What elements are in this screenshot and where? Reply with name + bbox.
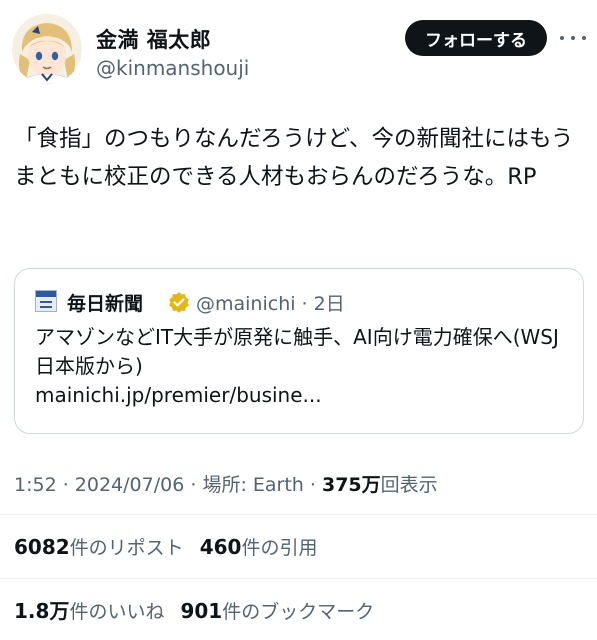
quotes-label: 件の引用 <box>241 537 318 559</box>
meta-separator: · <box>190 474 203 496</box>
likes-label: 件のいいね <box>69 601 165 623</box>
avatar-illustration <box>12 14 82 84</box>
tweet-timestamp[interactable]: 1:52 · 2024/07/06 <box>14 474 184 496</box>
meta-separator: · <box>309 474 322 496</box>
follow-button[interactable]: フォローする <box>405 20 547 56</box>
bookmarks-stat[interactable]: 901件のブックマーク <box>180 599 375 623</box>
tweet-meta: 1:52 · 2024/07/06 · 場所: Earth · 375万回表示 <box>14 470 438 497</box>
author-avatar[interactable] <box>12 14 82 84</box>
likes-stat[interactable]: 1.8万件のいいね <box>14 599 165 623</box>
quoted-text-body: アマゾンなどIT大手が原発に触手、AI向け電力確保へ(WSJ日本版から) <box>35 325 559 378</box>
tweet-header: 金満 福太郎 @kinmanshouji フォローする <box>0 0 597 100</box>
views-count: 375万 <box>321 474 381 496</box>
quoted-tweet-text: アマゾンなどIT大手が原発に触手、AI向け電力確保へ(WSJ日本版から) mai… <box>35 323 570 410</box>
more-options-icon[interactable] <box>560 26 586 50</box>
quotes-count: 460 <box>199 535 242 559</box>
tweet-text: 「食指」のつもりなんだろうけど、今の新聞社にはもうまともに校正のできる人材もおら… <box>14 126 574 190</box>
quotes-stat[interactable]: 460件の引用 <box>199 535 318 559</box>
views-label: 回表示 <box>380 474 438 496</box>
quoted-author-name: 毎日新聞 <box>67 293 144 315</box>
tweet-place: 場所: Earth <box>202 474 304 496</box>
divider <box>0 578 597 579</box>
quoted-link[interactable]: mainichi.jp/premier/busine... <box>35 383 322 407</box>
divider <box>0 514 597 515</box>
reposts-stat[interactable]: 6082件のリポスト <box>14 535 184 559</box>
quoted-handle-time: @mainichi · 2日 <box>196 293 345 315</box>
verified-badge-icon <box>169 292 189 313</box>
bookmarks-count: 901 <box>180 599 223 623</box>
author-name[interactable]: 金満 福太郎 <box>96 24 211 54</box>
mainichi-logo-icon <box>35 290 57 312</box>
author-handle[interactable]: @kinmanshouji <box>96 56 249 80</box>
likes-count: 1.8万 <box>14 599 70 623</box>
stats-row-likes: 1.8万件のいいね 901件のブックマーク <box>14 595 374 624</box>
bookmarks-label: 件のブックマーク <box>222 601 375 623</box>
stats-row-reposts: 6082件のリポスト 460件の引用 <box>14 533 317 560</box>
reposts-count: 6082 <box>14 535 70 559</box>
quoted-tweet-card[interactable]: 毎日新聞 @mainichi · 2日 アマゾンなどIT大手が原発に触手、AI向… <box>14 268 584 434</box>
reposts-label: 件のリポスト <box>69 537 184 559</box>
